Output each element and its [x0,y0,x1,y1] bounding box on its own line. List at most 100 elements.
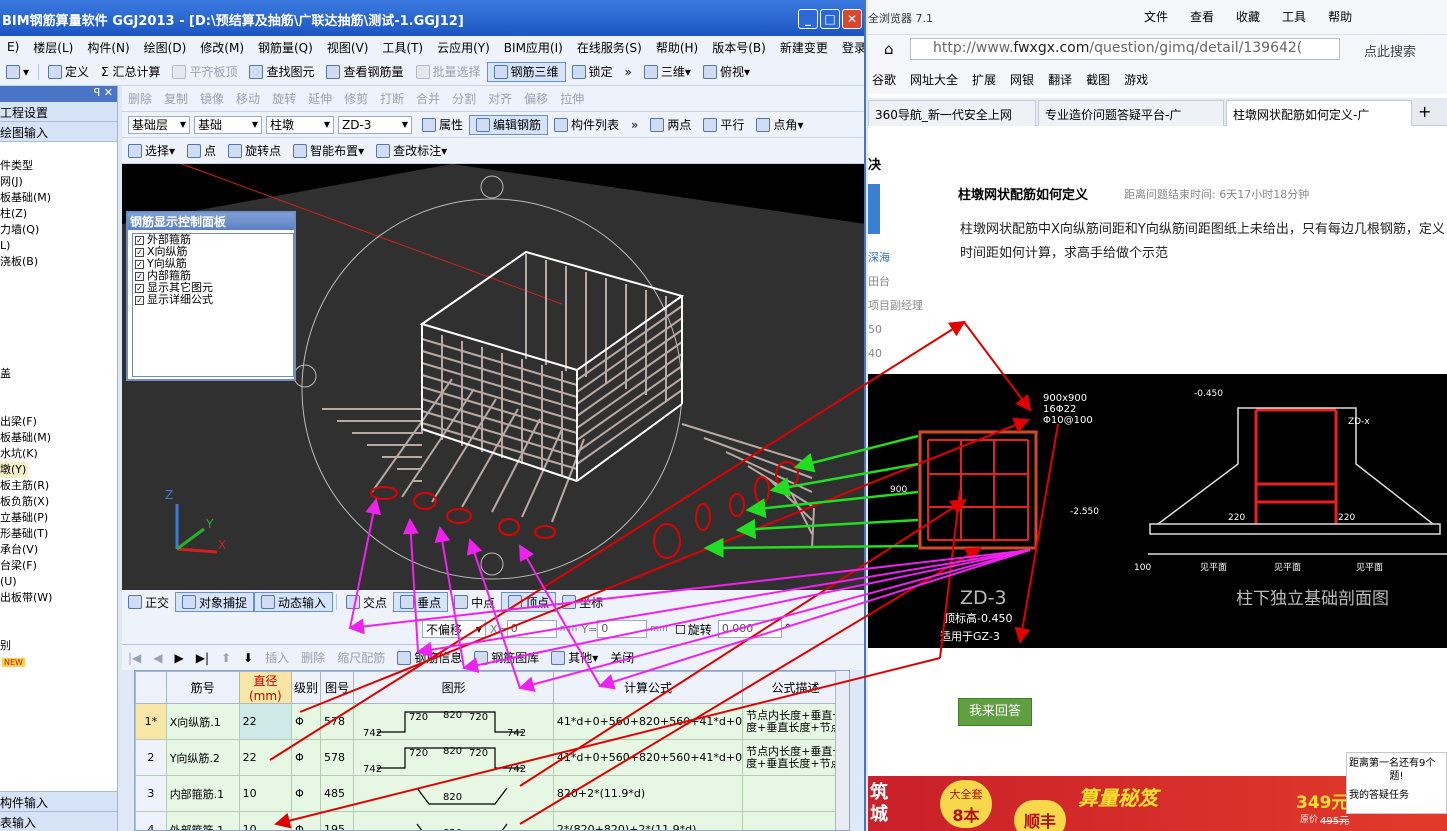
tree-item[interactable]: 板主筋(R) [0,478,117,494]
tree-item[interactable] [0,318,117,334]
col-header-diameter[interactable]: 直径(mm) [238,671,293,704]
other-button[interactable]: 其他 ▾ [545,648,604,668]
section-component-input[interactable]: 构件输入 [0,791,117,811]
tree-item[interactable] [0,382,117,398]
display-option-checkbox[interactable]: ✓ [135,295,144,305]
tree-item[interactable]: (U) [0,574,117,590]
cell-shape[interactable]: 820 [353,775,554,812]
tree-item[interactable]: 台梁(F) [0,558,117,574]
fav-ebank[interactable]: 网银 [1010,71,1034,88]
cell-diameter[interactable]: 10 [238,811,293,830]
tree-item[interactable]: 立基础(P) [0,510,117,526]
tree-item[interactable]: 浇板(B) [0,254,117,270]
mirror-button[interactable]: 镜像 [194,89,230,109]
tree-item[interactable]: 板基础(M) [0,430,117,446]
break-button[interactable]: 打断 [374,89,410,109]
cell-rebar-name[interactable]: Y向纵筋.2 [165,739,240,776]
my-tasks-link[interactable]: 我的答疑任务 [1349,789,1444,802]
lock-button[interactable]: 锁定 [566,62,619,82]
point-angle-button[interactable]: 点角 ▾ [750,115,809,135]
col-header-name[interactable]: 筋号 [165,671,240,704]
section-table-input[interactable]: 表输入 [0,811,117,831]
move-button[interactable]: 移动 [230,89,266,109]
browser-menu-tools[interactable]: 工具 [1282,8,1306,25]
extend-button[interactable]: 延伸 [302,89,338,109]
menu-modify[interactable]: 修改(M) [193,39,251,56]
maximize-button[interactable]: □ [820,9,840,29]
align-button[interactable]: 对齐 [482,89,518,109]
tree-item[interactable] [0,622,117,638]
menu-tools[interactable]: 工具(T) [375,39,430,56]
view-rebar-qty-button[interactable]: 查看钢筋量 [320,62,409,82]
table-row[interactable]: 4外部箍筋.110Φ195 820 2*(820+820)+2*(11.9*d) [135,811,849,830]
close-rebar-button[interactable]: 关闭 [604,648,640,668]
split-button[interactable]: 分割 [446,89,482,109]
rebar-info-button[interactable]: 钢筋信息 [391,648,468,668]
rotate-button[interactable]: 旋转 [266,89,302,109]
delete-row-button[interactable]: 删除 [295,648,331,668]
cell-formula[interactable]: 41*d+0+560+820+560+41*d+0 [552,739,744,776]
3d-view-button[interactable]: 三维 ▾ [638,62,697,82]
display-option-checkbox[interactable]: ✓ [135,235,144,245]
display-option-checkbox[interactable]: ✓ [135,271,144,281]
batch-select-button[interactable]: 批量选择 [410,62,487,82]
y-input[interactable]: 0 [597,620,648,638]
offset-button[interactable]: 偏移 [518,89,554,109]
section-drawing-input[interactable]: 绘图输入 [0,122,117,142]
menu-help[interactable]: 帮助(H) [649,39,705,56]
menu-draw[interactable]: 绘图(D) [137,39,194,56]
user-avatar[interactable] [868,184,880,234]
rotate-checkbox[interactable] [675,624,685,634]
insert-button[interactable]: 插入 [259,648,295,668]
x-input[interactable]: 0 [506,620,557,638]
edit-rebar-button[interactable]: 编辑钢筋 [469,114,549,135]
top-view-button[interactable]: 俯视 ▾ [697,62,756,82]
search-box[interactable]: 点此搜索 [1364,41,1416,60]
menu-view[interactable]: 视图(V) [320,39,376,56]
tree-item[interactable]: 件类型 [0,158,117,174]
tree-item[interactable] [0,398,117,414]
first-record-button[interactable]: |◀ [122,648,147,668]
scale-rebar-button[interactable]: 缩尺配筋 [331,648,391,668]
perpendicular-button[interactable]: 垂点 [393,592,449,612]
tree-item[interactable] [0,334,117,350]
menu-bim[interactable]: BIM应用(I) [497,39,570,56]
prev-record-button[interactable]: ◀ [147,648,168,668]
cell-rebar-name[interactable]: X向纵筋.1 [165,703,240,740]
app-titlebar[interactable]: BIM钢筋算量软件 GGJ2013 - [D:\预结算及抽筋\广联达抽筋\测试-… [0,0,864,36]
menu-rebar-qty[interactable]: 钢筋量(Q) [251,39,320,56]
last-record-button[interactable]: ▶| [190,648,215,668]
fav-translate[interactable]: 翻译 [1048,71,1072,88]
col-header-grade[interactable]: 级别 [291,671,321,704]
tree-item[interactable] [0,286,117,302]
new-tab-button[interactable]: + [1418,102,1431,121]
cell-figure-no[interactable]: 578 [319,739,355,776]
tree-item[interactable]: 出板带(W) [0,590,117,606]
table-row[interactable]: 3 内部箍筋.1 10 Φ 485 820 820+2*(11.9*d) [135,775,849,812]
row-number[interactable]: 4 [135,811,167,830]
table-row[interactable]: 2 Y向纵筋.2 22 Φ 578 742 720 820 720 742 41*d+0+560+8… [135,739,849,776]
address-input[interactable]: http://www.fwxgx.com/question/gimq/detai… [910,38,1340,60]
two-point-button[interactable]: 两点 [644,115,697,135]
cell-diameter[interactable]: 22 [238,739,293,776]
browser-menu-help[interactable]: 帮助 [1328,8,1352,25]
tree-item[interactable] [0,606,117,622]
fav-games[interactable]: 游戏 [1124,71,1148,88]
menu-component[interactable]: 构件(N) [80,39,136,56]
category-select[interactable]: 基础 ▼ [194,115,262,134]
toolbar-overflow[interactable]: » [619,62,638,82]
tree-item[interactable]: 盖 [0,366,117,382]
cell-diameter[interactable]: 22 [238,703,293,740]
midpoint-button[interactable]: 中点 [448,592,501,612]
tab-360-nav[interactable]: 360导航_新一代安全上网 [868,100,1036,126]
flush-top-button[interactable]: 平齐板顶 [166,62,243,82]
cell-formula[interactable]: 41*d+0+560+820+560+41*d+0 [552,703,744,740]
cell-shape[interactable]: 820 [353,811,554,830]
section-project-settings[interactable]: 工程设置 [0,102,117,122]
tree-item[interactable]: 柱(Z) [0,206,117,222]
fav-google[interactable]: 谷歌 [872,71,896,88]
cell-description[interactable] [742,811,849,830]
rebar-3d-button[interactable]: 钢筋三维 [486,61,566,82]
display-option-checkbox[interactable]: ✓ [135,283,144,293]
cell-rebar-name[interactable]: 内部箍筋.1 [165,775,240,812]
